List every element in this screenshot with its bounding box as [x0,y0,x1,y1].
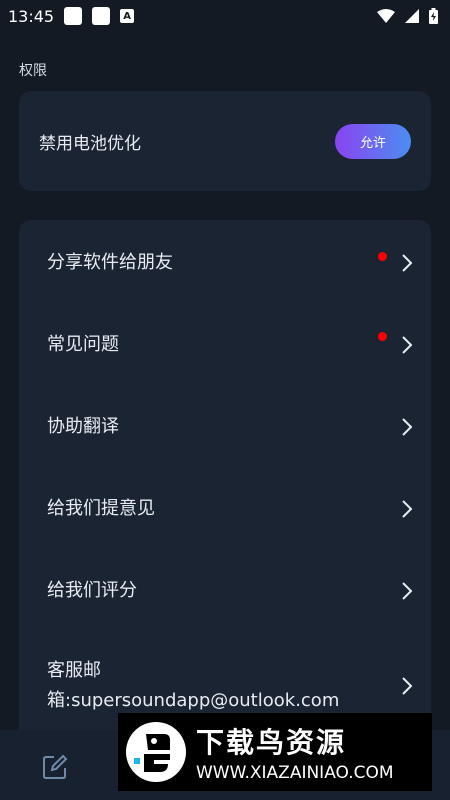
status-bar: 13:45 A [0,0,450,32]
battery-optimization-label: 禁用电池优化 [39,134,141,154]
menu-card: 分享软件给朋友 常见问题 协助翻译 给我们提意见 给我们评分 客服邮箱:supe… [19,220,431,740]
a-badge-icon: A [120,9,135,23]
section-title-permissions: 权限 [19,63,47,79]
menu-item-feedback[interactable]: 给我们提意见 [19,468,431,550]
menu-item-label: 给我们评分 [47,580,137,601]
signal-icon [405,9,419,23]
wifi-icon [377,9,395,23]
menu-item-label: 常见问题 [47,334,119,355]
chevron-right-icon [402,500,413,518]
watermark-banner: 下载鸟资源 WWW.XIAZAINIAO.COM [118,713,432,791]
notification-icon [92,7,111,25]
menu-item-rate[interactable]: 给我们评分 [19,550,431,632]
edit-icon[interactable] [42,754,68,780]
notification-icon [64,7,83,25]
battery-optimization-card: 禁用电池优化 允许 [19,91,431,191]
chevron-right-icon [402,582,413,600]
battery-icon [429,8,438,24]
status-time: 13:45 [8,6,55,26]
menu-item-faq[interactable]: 常见问题 [19,304,431,386]
menu-item-label: 分享软件给朋友 [47,252,173,273]
menu-item-label: 协助翻译 [47,416,119,437]
allow-button[interactable]: 允许 [335,124,411,159]
menu-item-translate[interactable]: 协助翻译 [19,386,431,468]
chevron-right-icon [402,418,413,436]
new-badge [378,252,387,261]
watermark-title: 下载鸟资源 [196,726,347,759]
bird-logo-icon [126,722,186,782]
watermark-url: WWW.XIAZAINIAO.COM [196,763,394,783]
new-badge [378,332,387,341]
menu-item-share[interactable]: 分享软件给朋友 [19,222,431,304]
chevron-right-icon [402,336,413,354]
chevron-right-icon [402,254,413,272]
menu-item-label: 给我们提意见 [47,498,155,519]
chevron-right-icon [402,677,413,695]
menu-item-label: 客服邮箱:supersoundapp@outlook.com [47,660,340,711]
